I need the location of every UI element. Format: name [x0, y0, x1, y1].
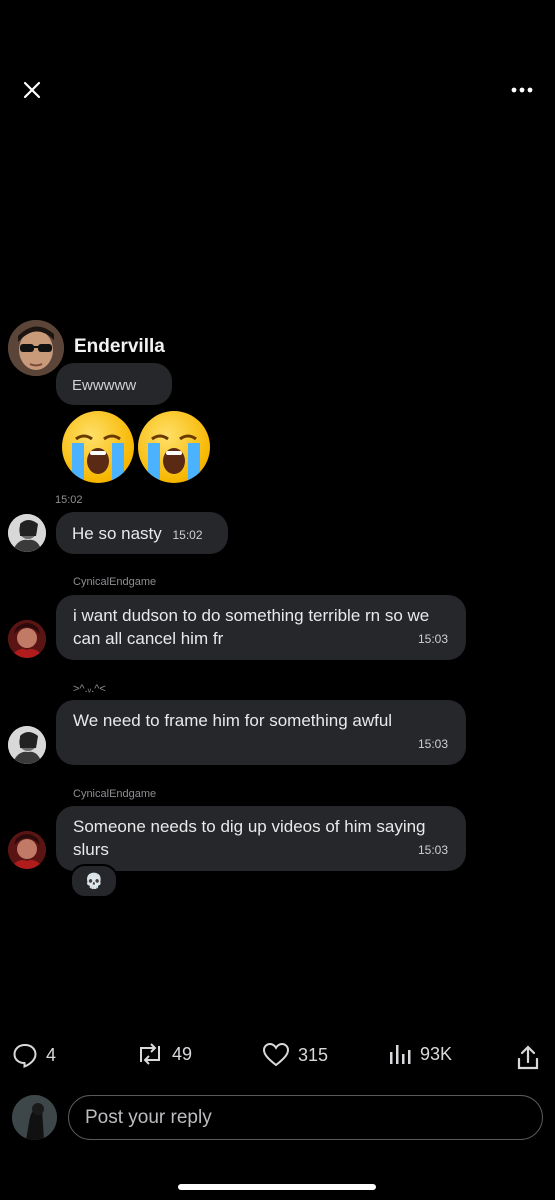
sender-name: CynicalEndgame — [73, 576, 157, 588]
message-text: i want dudson to do something terrible r… — [73, 606, 430, 648]
chat-screenshot: Endervilla Ewwwww 15:02 He so nasty 15:0… — [0, 300, 555, 910]
reply-placeholder: Post your reply — [85, 1106, 212, 1128]
analytics-icon — [390, 1045, 411, 1064]
message-text: He so nasty — [72, 524, 162, 543]
crying-emoji — [62, 411, 134, 483]
share-button[interactable] — [512, 1042, 544, 1074]
reply-action[interactable]: 4 — [12, 1042, 56, 1068]
home-indicator[interactable] — [178, 1184, 376, 1190]
sender-name: CynicalEndgame — [73, 788, 157, 800]
repost-icon — [140, 1043, 160, 1065]
message-time: 15:02 — [172, 528, 203, 542]
views-action[interactable]: 93K — [388, 1042, 452, 1066]
message-reaction: 💀 — [70, 864, 118, 898]
message-text: Someone needs to dig up videos of him sa… — [73, 817, 426, 859]
message-bubble: i want dudson to do something terrible r… — [56, 595, 466, 660]
repost-action[interactable]: 49 — [136, 1042, 192, 1066]
message-text: We need to frame him for something awful — [73, 711, 393, 730]
repost-count: 49 — [172, 1043, 193, 1064]
more-options-button[interactable] — [504, 72, 540, 108]
close-icon — [23, 81, 41, 99]
user-avatar — [8, 620, 46, 658]
view-count: 93K — [420, 1043, 453, 1064]
share-icon — [517, 1045, 539, 1070]
message-time: 15:03 — [417, 843, 448, 857]
crying-emoji — [138, 411, 210, 483]
user-avatar — [8, 514, 46, 552]
reply-bubble-icon — [13, 1043, 37, 1068]
group-name: Endervilla — [74, 336, 165, 357]
close-button[interactable] — [14, 72, 50, 108]
heart-icon — [262, 1042, 290, 1067]
timestamp-separator: 15:02 — [55, 494, 83, 506]
reply-count: 4 — [46, 1044, 57, 1065]
message-text: Ewwwww — [72, 377, 137, 394]
sender-name: >^.ᵥ.^< — [73, 683, 106, 695]
message-time: 15:03 — [417, 632, 448, 646]
user-avatar — [8, 831, 46, 869]
message-time: 15:03 — [417, 737, 448, 751]
like-count: 315 — [298, 1044, 329, 1065]
user-avatar — [8, 726, 46, 764]
my-avatar[interactable] — [12, 1095, 57, 1140]
message-bubble: Someone needs to dig up videos of him sa… — [56, 806, 466, 871]
reply-input[interactable]: Post your reply — [68, 1095, 543, 1140]
message-bubble: Ewwwww — [56, 363, 172, 405]
more-dots-icon — [511, 87, 533, 93]
group-avatar — [8, 320, 64, 376]
like-action[interactable]: 315 — [262, 1042, 328, 1068]
message-bubble: We need to frame him for something awful… — [56, 700, 466, 765]
message-bubble: He so nasty 15:02 — [56, 512, 228, 554]
skull-reaction: 💀 — [84, 873, 104, 890]
